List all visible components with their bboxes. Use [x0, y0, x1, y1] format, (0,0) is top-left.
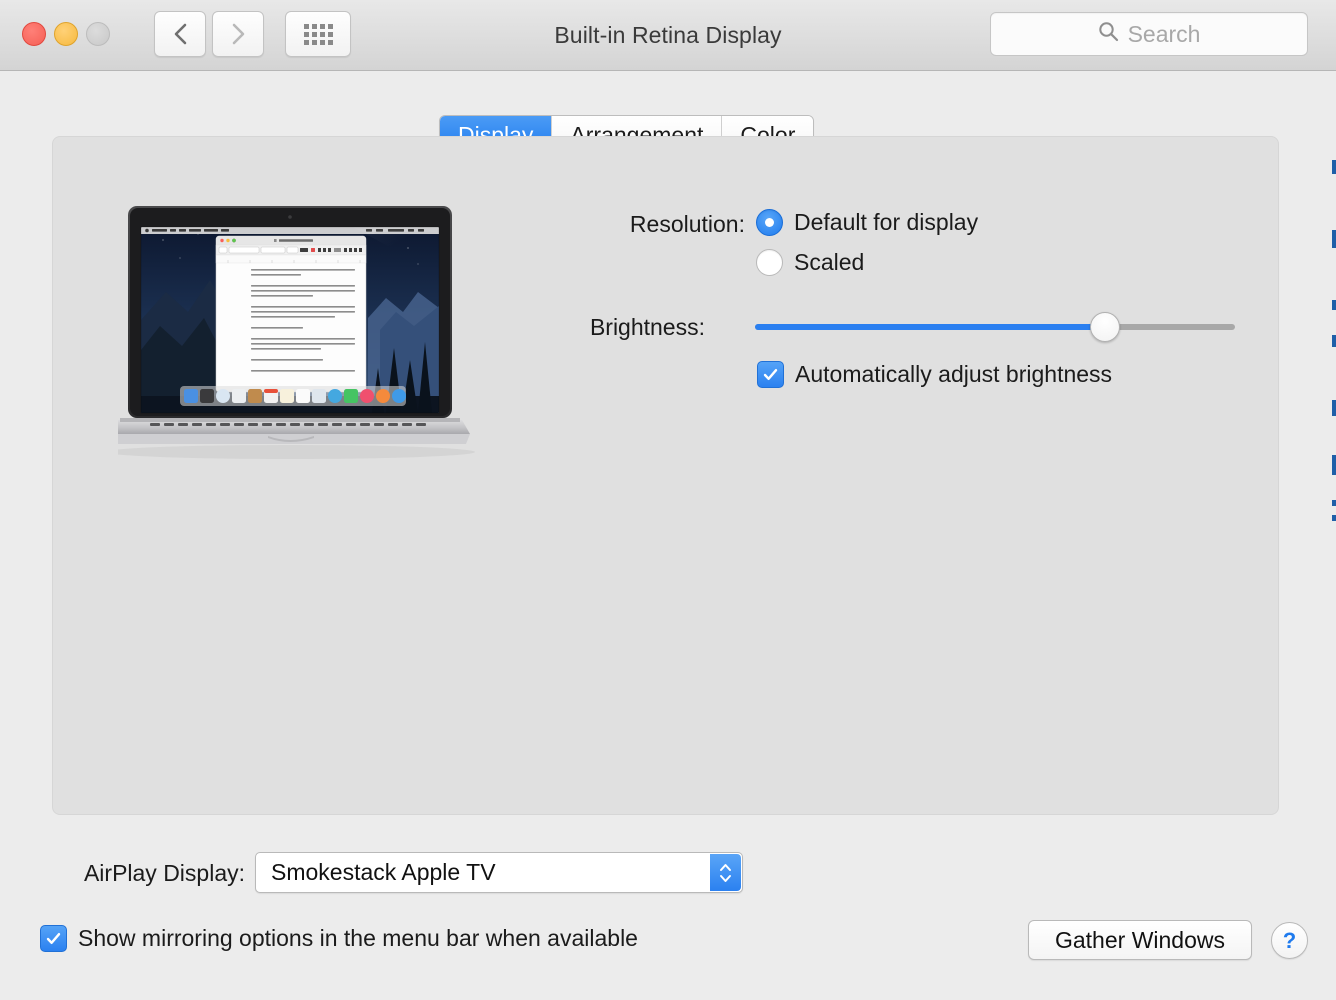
- background-window-sliver: [1332, 335, 1336, 347]
- search-placeholder: Search: [1127, 20, 1201, 47]
- brightness-slider[interactable]: [755, 312, 1235, 342]
- airplay-display-label: AirPlay Display:: [83, 860, 245, 886]
- airplay-display-select[interactable]: Smokestack Apple TV: [255, 852, 743, 893]
- search-input[interactable]: Search: [990, 12, 1308, 56]
- resolution-label: Resolution:: [629, 211, 745, 237]
- auto-adjust-label: Automatically adjust brightness: [795, 361, 1113, 387]
- show-mirroring-label: Show mirroring options in the menu bar w…: [78, 925, 638, 951]
- gather-windows-button[interactable]: Gather Windows: [1027, 920, 1252, 960]
- radio-default-label: Default for display: [794, 209, 979, 235]
- checkbox-show-mirroring-options[interactable]: Show mirroring options in the menu bar w…: [40, 925, 638, 952]
- help-button[interactable]: ?: [1271, 922, 1308, 959]
- background-window-sliver: [1332, 230, 1336, 248]
- radio-scaled[interactable]: Scaled: [756, 249, 864, 276]
- radio-selected-icon: [756, 209, 783, 236]
- background-window-sliver: [1332, 515, 1336, 521]
- background-window-sliver: [1332, 300, 1336, 310]
- background-window-sliver: [1332, 160, 1336, 174]
- background-window-sliver: [1332, 455, 1336, 475]
- title-bar: Built-in Retina Display Search: [0, 0, 1336, 71]
- system-preferences-window: Built-in Retina Display Search Display A…: [0, 0, 1336, 1000]
- background-window-sliver: [1332, 400, 1336, 416]
- checkbox-checked-icon: [757, 361, 784, 388]
- checkbox-auto-adjust-brightness[interactable]: Automatically adjust brightness: [757, 361, 1112, 388]
- background-window-sliver: [1332, 500, 1336, 506]
- radio-default-for-display[interactable]: Default for display: [756, 209, 978, 236]
- airplay-selected-value: Smokestack Apple TV: [271, 859, 496, 885]
- brightness-label: Brightness:: [589, 314, 705, 340]
- stepper-up-down-icon[interactable]: [710, 854, 741, 891]
- checkbox-checked-icon: [40, 925, 67, 952]
- slider-fill: [755, 324, 1106, 330]
- radio-unselected-icon: [756, 249, 783, 276]
- radio-scaled-label: Scaled: [794, 249, 865, 275]
- search-icon: [1098, 21, 1119, 47]
